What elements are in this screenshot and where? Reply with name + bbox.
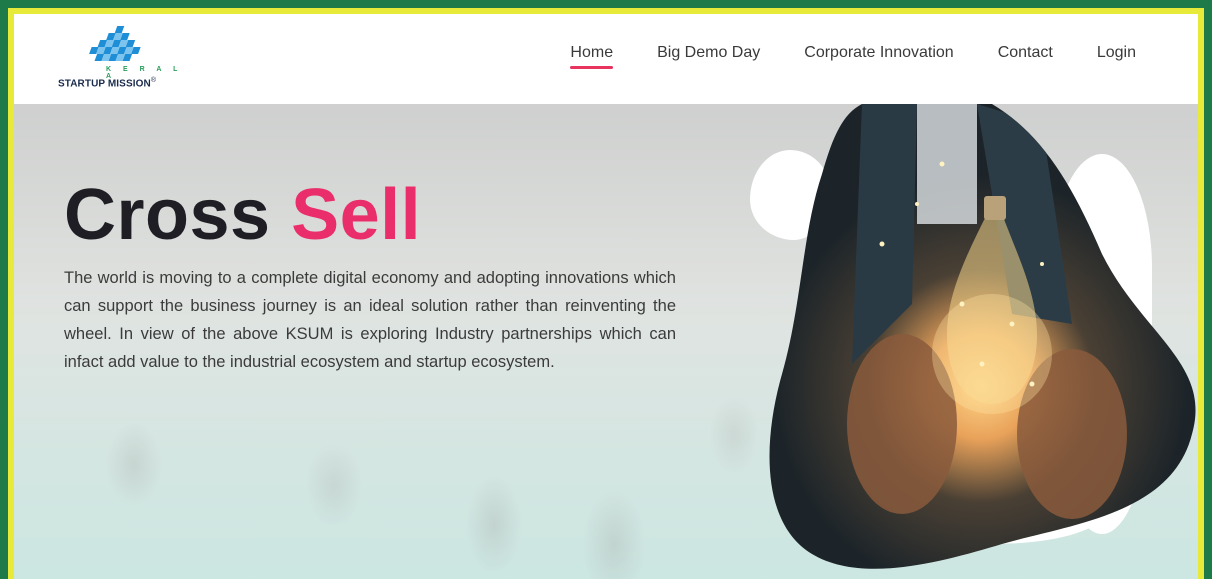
nav-login[interactable]: Login xyxy=(1097,44,1136,62)
main-nav: Home Big Demo Day Corporate Innovation C… xyxy=(526,44,1136,69)
page-frame: K E R A L A STARTUP MISSION® Home Big De… xyxy=(8,8,1204,579)
nav-home[interactable]: Home xyxy=(570,44,613,69)
nav-corporate-innovation[interactable]: Corporate Innovation xyxy=(804,44,953,62)
checkered-flag-icon xyxy=(89,26,141,61)
nav-big-demo-day[interactable]: Big Demo Day xyxy=(657,44,760,62)
page: K E R A L A STARTUP MISSION® Home Big De… xyxy=(14,14,1198,579)
lightbulb-hands-image xyxy=(769,104,1196,569)
ksum-logo[interactable]: K E R A L A STARTUP MISSION® xyxy=(58,24,188,94)
logo-name: STARTUP MISSION xyxy=(58,78,151,90)
site-header: K E R A L A STARTUP MISSION® Home Big De… xyxy=(14,14,1198,104)
nav-contact[interactable]: Contact xyxy=(998,44,1053,62)
hero-description: The world is moving to a complete digita… xyxy=(64,269,676,371)
hero-title: Cross Sell xyxy=(64,174,421,256)
hero-title-main: Cross xyxy=(64,175,271,255)
hero-image-blob xyxy=(742,104,1198,574)
hero-title-accent: Sell xyxy=(291,175,422,255)
registered-mark: ® xyxy=(150,77,157,84)
logo-name-text: STARTUP MISSION® xyxy=(58,77,156,89)
